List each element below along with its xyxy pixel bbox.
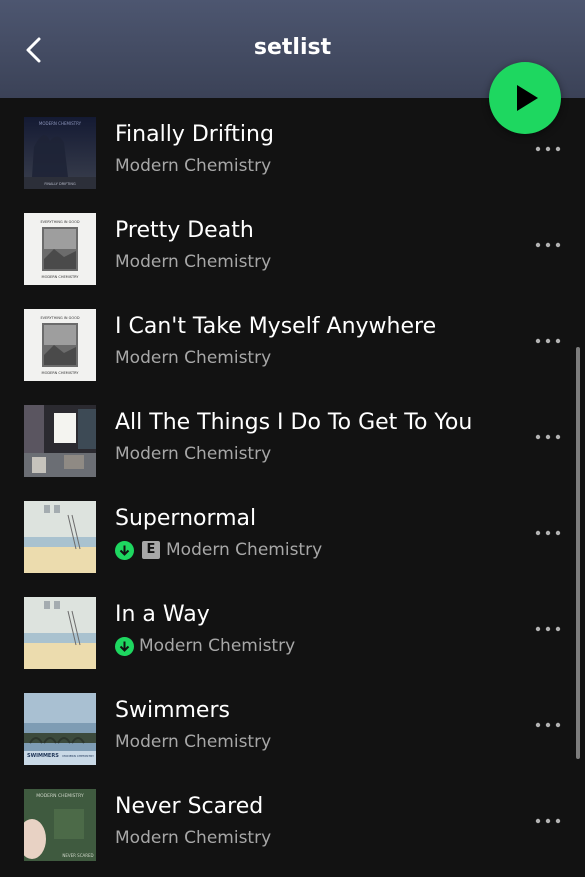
svg-text:FINALLY DRIFTING: FINALLY DRIFTING (44, 182, 76, 186)
svg-text:MODERN CHEMISTRY: MODERN CHEMISTRY (36, 793, 84, 799)
page-title: setlist (253, 35, 332, 60)
svg-text:MODERN CHEMISTRY: MODERN CHEMISTRY (42, 275, 80, 279)
track-title: All The Things I Do To Get To You (115, 410, 473, 435)
more-options-button[interactable] (530, 611, 566, 647)
svg-text:MODERN CHEMISTRY: MODERN CHEMISTRY (39, 121, 82, 126)
more-horizontal-icon (535, 146, 561, 152)
more-options-button[interactable] (530, 131, 566, 167)
track-artist-line: Modern Chemistry (115, 156, 271, 176)
track-title: Finally Drifting (115, 122, 274, 147)
download-arrow-icon (115, 636, 134, 656)
track-artist: Modern Chemistry (139, 636, 296, 656)
track-title: In a Way (115, 602, 210, 627)
svg-text:SWIMMERS: SWIMMERS (27, 753, 59, 759)
track-artist-line: E Modern Chemistry (115, 540, 322, 560)
more-options-button[interactable] (530, 803, 566, 839)
more-horizontal-icon (535, 722, 561, 728)
playlist-screen: setlist MODERN CHEMISTRY FINALLY DRIFTIN… (0, 0, 585, 877)
play-icon (517, 85, 538, 111)
more-horizontal-icon (535, 626, 561, 632)
track-artist: Modern Chemistry (115, 156, 272, 176)
track-title: Pretty Death (115, 218, 254, 243)
track-artist-line: Modern Chemistry (115, 828, 271, 848)
track-artist: Modern Chemistry (115, 252, 272, 272)
album-art (24, 597, 96, 669)
more-options-button[interactable] (530, 419, 566, 455)
track-title: Never Scared (115, 794, 264, 819)
track-row[interactable]: Supernormal E Modern Chemistry (0, 485, 585, 581)
track-row[interactable]: EVERYTHING IN GOOD MODERN CHEMISTRY I Ca… (0, 293, 585, 389)
album-art: EVERYTHING IN GOOD MODERN CHEMISTRY (24, 213, 96, 285)
track-row[interactable]: In a Way Modern Chemistry (0, 581, 585, 677)
play-button[interactable] (489, 62, 561, 134)
track-title: Supernormal (115, 506, 257, 531)
album-art: MODERN CHEMISTRY FINALLY DRIFTING (24, 117, 96, 189)
svg-text:MODERN CHEMISTRY: MODERN CHEMISTRY (42, 371, 80, 375)
track-artist-line: Modern Chemistry (115, 252, 271, 272)
album-art: EVERYTHING IN GOOD MODERN CHEMISTRY (24, 309, 96, 381)
track-artist: Modern Chemistry (115, 828, 272, 848)
scrollbar-thumb[interactable] (576, 347, 580, 759)
track-title: Swimmers (115, 698, 230, 723)
explicit-badge: E (142, 541, 160, 559)
album-art (24, 405, 96, 477)
svg-text:EVERYTHING IN GOOD: EVERYTHING IN GOOD (40, 220, 79, 224)
track-row[interactable]: MODERN CHEMISTRY NEVER SCARED Never Scar… (0, 773, 585, 869)
more-options-button[interactable] (530, 707, 566, 743)
track-row[interactable]: SWIMMERS MODERN CHEMISTRY Swimmers Moder… (0, 677, 585, 773)
more-options-button[interactable] (530, 515, 566, 551)
svg-text:NEVER SCARED: NEVER SCARED (62, 853, 93, 858)
track-artist-line: Modern Chemistry (115, 732, 271, 752)
more-horizontal-icon (535, 242, 561, 248)
album-art (24, 501, 96, 573)
track-artist: Modern Chemistry (115, 732, 272, 752)
track-row[interactable]: EVERYTHING IN GOOD MODERN CHEMISTRY Pret… (0, 197, 585, 293)
track-artist: Modern Chemistry (115, 348, 272, 368)
more-horizontal-icon (535, 434, 561, 440)
more-horizontal-icon (535, 818, 561, 824)
more-options-button[interactable] (530, 323, 566, 359)
svg-text:MODERN CHEMISTRY: MODERN CHEMISTRY (62, 754, 94, 758)
track-title: I Can't Take Myself Anywhere (115, 314, 437, 339)
track-artist: Modern Chemistry (115, 444, 272, 464)
track-artist-line: Modern Chemistry (115, 636, 295, 656)
download-arrow-icon (115, 540, 134, 560)
more-horizontal-icon (535, 530, 561, 536)
track-row[interactable]: All The Things I Do To Get To You Modern… (0, 389, 585, 485)
svg-text:EVERYTHING IN GOOD: EVERYTHING IN GOOD (40, 316, 79, 320)
album-art: MODERN CHEMISTRY NEVER SCARED (24, 789, 96, 861)
track-artist: Modern Chemistry (166, 540, 323, 560)
track-artist-line: Modern Chemistry (115, 348, 271, 368)
track-artist-line: Modern Chemistry (115, 444, 271, 464)
more-options-button[interactable] (530, 227, 566, 263)
album-art: SWIMMERS MODERN CHEMISTRY (24, 693, 96, 765)
more-horizontal-icon (535, 338, 561, 344)
